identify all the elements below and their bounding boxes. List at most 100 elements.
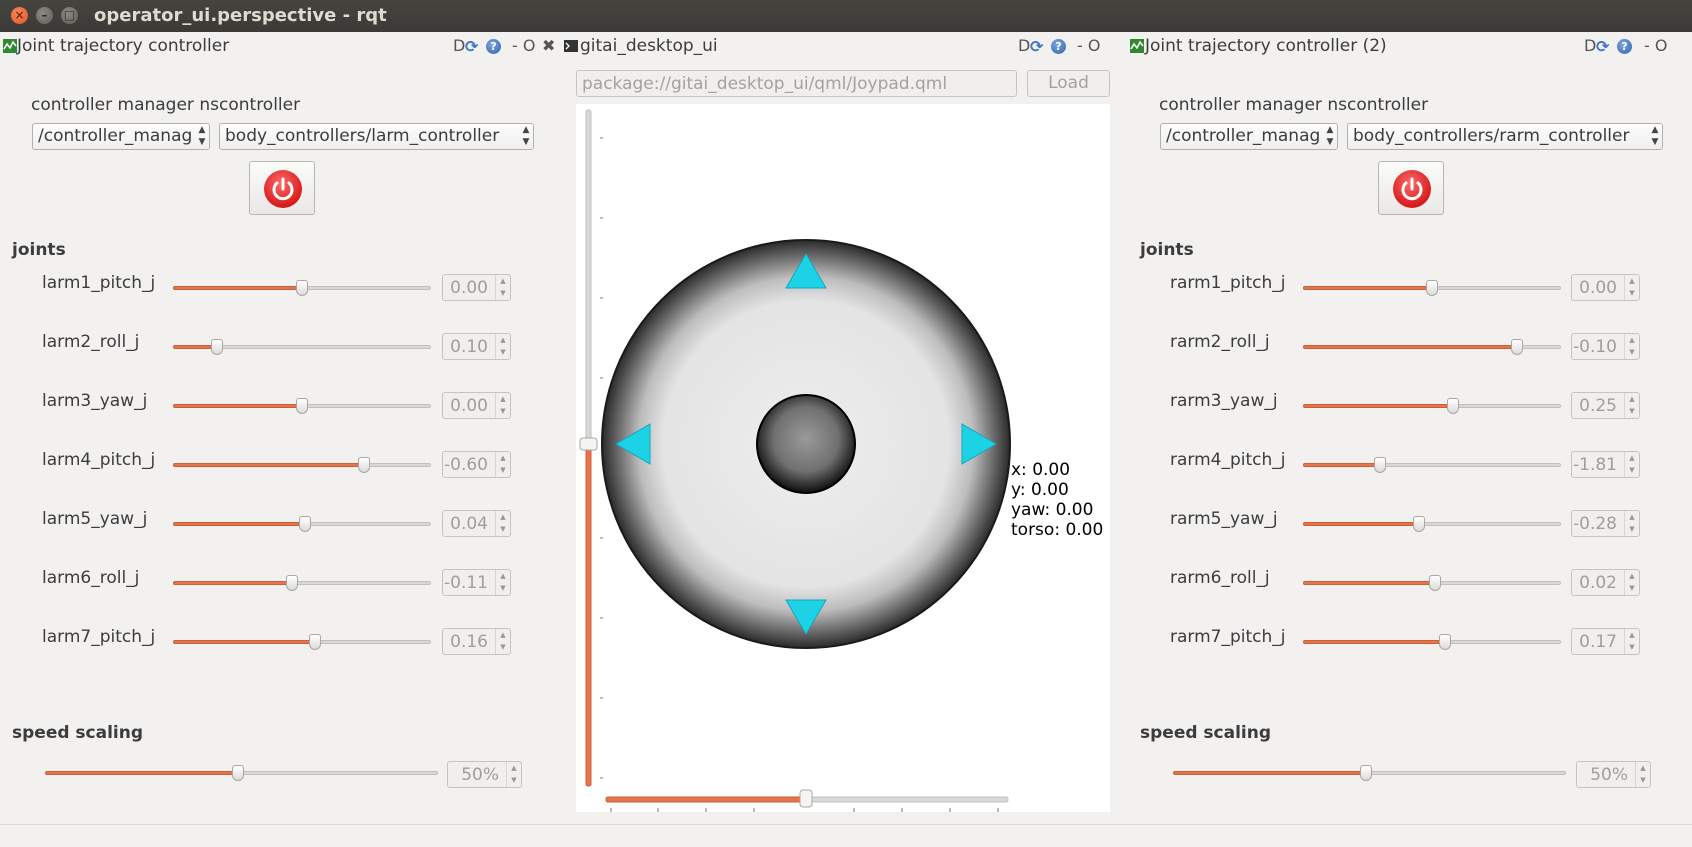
spin-arrows-icon[interactable]: ▲ ▼ xyxy=(495,334,510,359)
joint-slider[interactable] xyxy=(1303,398,1561,414)
joint-slider[interactable] xyxy=(1303,457,1561,473)
joint-slider[interactable] xyxy=(1303,516,1561,532)
spin-arrows-icon[interactable]: ▲ ▼ xyxy=(495,629,510,654)
controller-combobox[interactable]: body_controllers/rarm_controller ▲ ▼ xyxy=(1347,123,1663,150)
window-minimize-icon[interactable]: – xyxy=(36,7,53,24)
joint-slider[interactable] xyxy=(1303,634,1561,650)
slider-handle[interactable] xyxy=(1374,457,1386,473)
joint-value-spinbox[interactable]: -0.10 ▲ ▼ xyxy=(1571,333,1640,360)
spin-arrows-icon[interactable]: ▲ ▼ xyxy=(1624,629,1639,654)
joint-slider[interactable] xyxy=(1303,575,1561,591)
window-maximize-icon[interactable]: □ xyxy=(61,7,78,24)
spin-arrows-icon[interactable]: ▲ ▼ xyxy=(495,393,510,418)
joypad-stick[interactable] xyxy=(756,394,856,494)
slider-handle[interactable] xyxy=(1413,516,1425,532)
center-d-button[interactable]: D xyxy=(1018,36,1030,55)
left-float-button[interactable]: - O xyxy=(512,36,535,55)
spin-arrows-icon[interactable]: ▲ ▼ xyxy=(1624,334,1639,359)
joint-value-spinbox[interactable]: 0.00 ▲ ▼ xyxy=(442,392,511,419)
speed-scaling-spinbox[interactable]: 50% ▲ ▼ xyxy=(447,761,522,788)
joint-value-spinbox[interactable]: 0.02 ▲ ▼ xyxy=(1571,569,1640,596)
spin-arrows-icon[interactable]: ▲ ▼ xyxy=(495,452,510,477)
help-icon[interactable]: ? xyxy=(1051,39,1066,54)
help-icon[interactable]: ? xyxy=(486,39,501,54)
joint-slider[interactable] xyxy=(173,575,431,591)
joint-value-spinbox[interactable]: -1.81 ▲ ▼ xyxy=(1571,451,1640,478)
joint-value-spinbox[interactable]: 0.17 ▲ ▼ xyxy=(1571,628,1640,655)
cm-ns-combobox[interactable]: /controller_manag ▲ ▼ xyxy=(32,123,210,150)
spin-arrows-icon[interactable]: ▲ ▼ xyxy=(1624,570,1639,595)
slider-handle[interactable] xyxy=(296,398,308,414)
slider-handle[interactable] xyxy=(1439,634,1451,650)
horizontal-slider[interactable] xyxy=(605,789,1009,808)
spin-arrows-icon[interactable]: ▲ ▼ xyxy=(1624,511,1639,536)
load-button[interactable]: Load xyxy=(1027,70,1110,97)
controller-combobox[interactable]: body_controllers/larm_controller ▲ ▼ xyxy=(219,123,534,150)
joint-value-spinbox[interactable]: 0.16 ▲ ▼ xyxy=(442,628,511,655)
joypad-canvas[interactable]: x: 0.00 y: 0.00 yaw: 0.00 torso: 0.00 xyxy=(576,104,1110,812)
slider-handle[interactable] xyxy=(1429,575,1441,591)
joint-slider[interactable] xyxy=(173,280,431,296)
help-icon[interactable]: ? xyxy=(1617,39,1632,54)
spin-arrows-icon[interactable]: ▲ ▼ xyxy=(1624,393,1639,418)
refresh-icon[interactable]: ⟳ xyxy=(465,37,478,56)
power-button[interactable] xyxy=(249,161,315,215)
refresh-icon[interactable]: ⟳ xyxy=(1596,37,1609,56)
power-button[interactable] xyxy=(1378,161,1444,215)
joint-label: larm3_yaw_j xyxy=(42,391,148,411)
vertical-slider[interactable] xyxy=(579,109,598,787)
joint-slider[interactable] xyxy=(1303,280,1561,296)
spin-arrows-icon[interactable]: ▲ ▼ xyxy=(1624,275,1639,300)
slider-handle[interactable] xyxy=(232,765,244,781)
slider-handle[interactable] xyxy=(211,339,223,355)
cm-ns-combobox[interactable]: /controller_manag ▲ ▼ xyxy=(1160,123,1338,150)
left-d-button[interactable]: D xyxy=(453,36,465,55)
slider-handle[interactable] xyxy=(1447,398,1459,414)
left-close-button[interactable]: ✖ xyxy=(542,36,555,55)
joint-value-spinbox[interactable]: -0.11 ▲ ▼ xyxy=(442,569,511,596)
slider-fill xyxy=(1173,771,1366,775)
joint-value-spinbox[interactable]: 0.10 ▲ ▼ xyxy=(442,333,511,360)
qml-path-input[interactable]: package://gitai_desktop_ui/qml/Joypad.qm… xyxy=(576,70,1017,97)
spin-arrows-icon[interactable]: ▲ ▼ xyxy=(1624,452,1639,477)
spin-arrows-icon[interactable]: ▲ ▼ xyxy=(495,570,510,595)
joint-slider[interactable] xyxy=(173,457,431,473)
slider-handle[interactable] xyxy=(358,457,370,473)
right-d-button[interactable]: D xyxy=(1584,36,1596,55)
slider-handle[interactable] xyxy=(296,280,308,296)
right-float-button[interactable]: - O xyxy=(1644,36,1667,55)
slider-handle[interactable] xyxy=(1426,280,1438,296)
spin-arrows-icon[interactable]: ▲ ▼ xyxy=(495,275,510,300)
spin-arrows-icon[interactable]: ▲ ▼ xyxy=(495,511,510,536)
joint-value-spinbox[interactable]: -0.28 ▲ ▼ xyxy=(1571,510,1640,537)
slider-handle[interactable] xyxy=(309,634,321,650)
slider-handle[interactable] xyxy=(1360,765,1372,781)
slider-handle[interactable] xyxy=(299,516,311,532)
joint-slider[interactable] xyxy=(173,634,431,650)
window-close-icon[interactable]: × xyxy=(11,7,28,24)
joint-value-spinbox[interactable]: 0.25 ▲ ▼ xyxy=(1571,392,1640,419)
joint-value-spinbox[interactable]: -0.60 ▲ ▼ xyxy=(442,451,511,478)
speed-scaling-slider[interactable] xyxy=(1173,765,1566,781)
center-float-button[interactable]: - O xyxy=(1077,36,1100,55)
spin-arrows-icon[interactable]: ▲ ▼ xyxy=(506,762,521,787)
joint-slider[interactable] xyxy=(173,516,431,532)
slider-handle[interactable] xyxy=(286,575,298,591)
joint-value-spinbox[interactable]: 0.04 ▲ ▼ xyxy=(442,510,511,537)
speed-scaling-spinbox[interactable]: 50% ▲ ▼ xyxy=(1576,761,1651,788)
joint-value-spinbox[interactable]: 0.00 ▲ ▼ xyxy=(1571,274,1640,301)
joints-heading: joints xyxy=(12,240,66,260)
joint-label: larm5_yaw_j xyxy=(42,509,148,529)
refresh-icon[interactable]: ⟳ xyxy=(1030,37,1043,56)
left-panel-title: Joint trajectory controller xyxy=(17,36,230,56)
joint-value-spinbox[interactable]: 0.00 ▲ ▼ xyxy=(442,274,511,301)
spin-arrows-icon[interactable]: ▲ ▼ xyxy=(1635,762,1650,787)
joint-slider[interactable] xyxy=(173,398,431,414)
joints-heading: joints xyxy=(1140,240,1194,260)
joint-slider[interactable] xyxy=(173,339,431,355)
joypad-graphic xyxy=(579,109,1011,812)
slider-handle[interactable] xyxy=(1511,339,1523,355)
speed-scaling-slider[interactable] xyxy=(45,765,438,781)
joint-label: rarm6_roll_j xyxy=(1170,568,1270,588)
joint-slider[interactable] xyxy=(1303,339,1561,355)
